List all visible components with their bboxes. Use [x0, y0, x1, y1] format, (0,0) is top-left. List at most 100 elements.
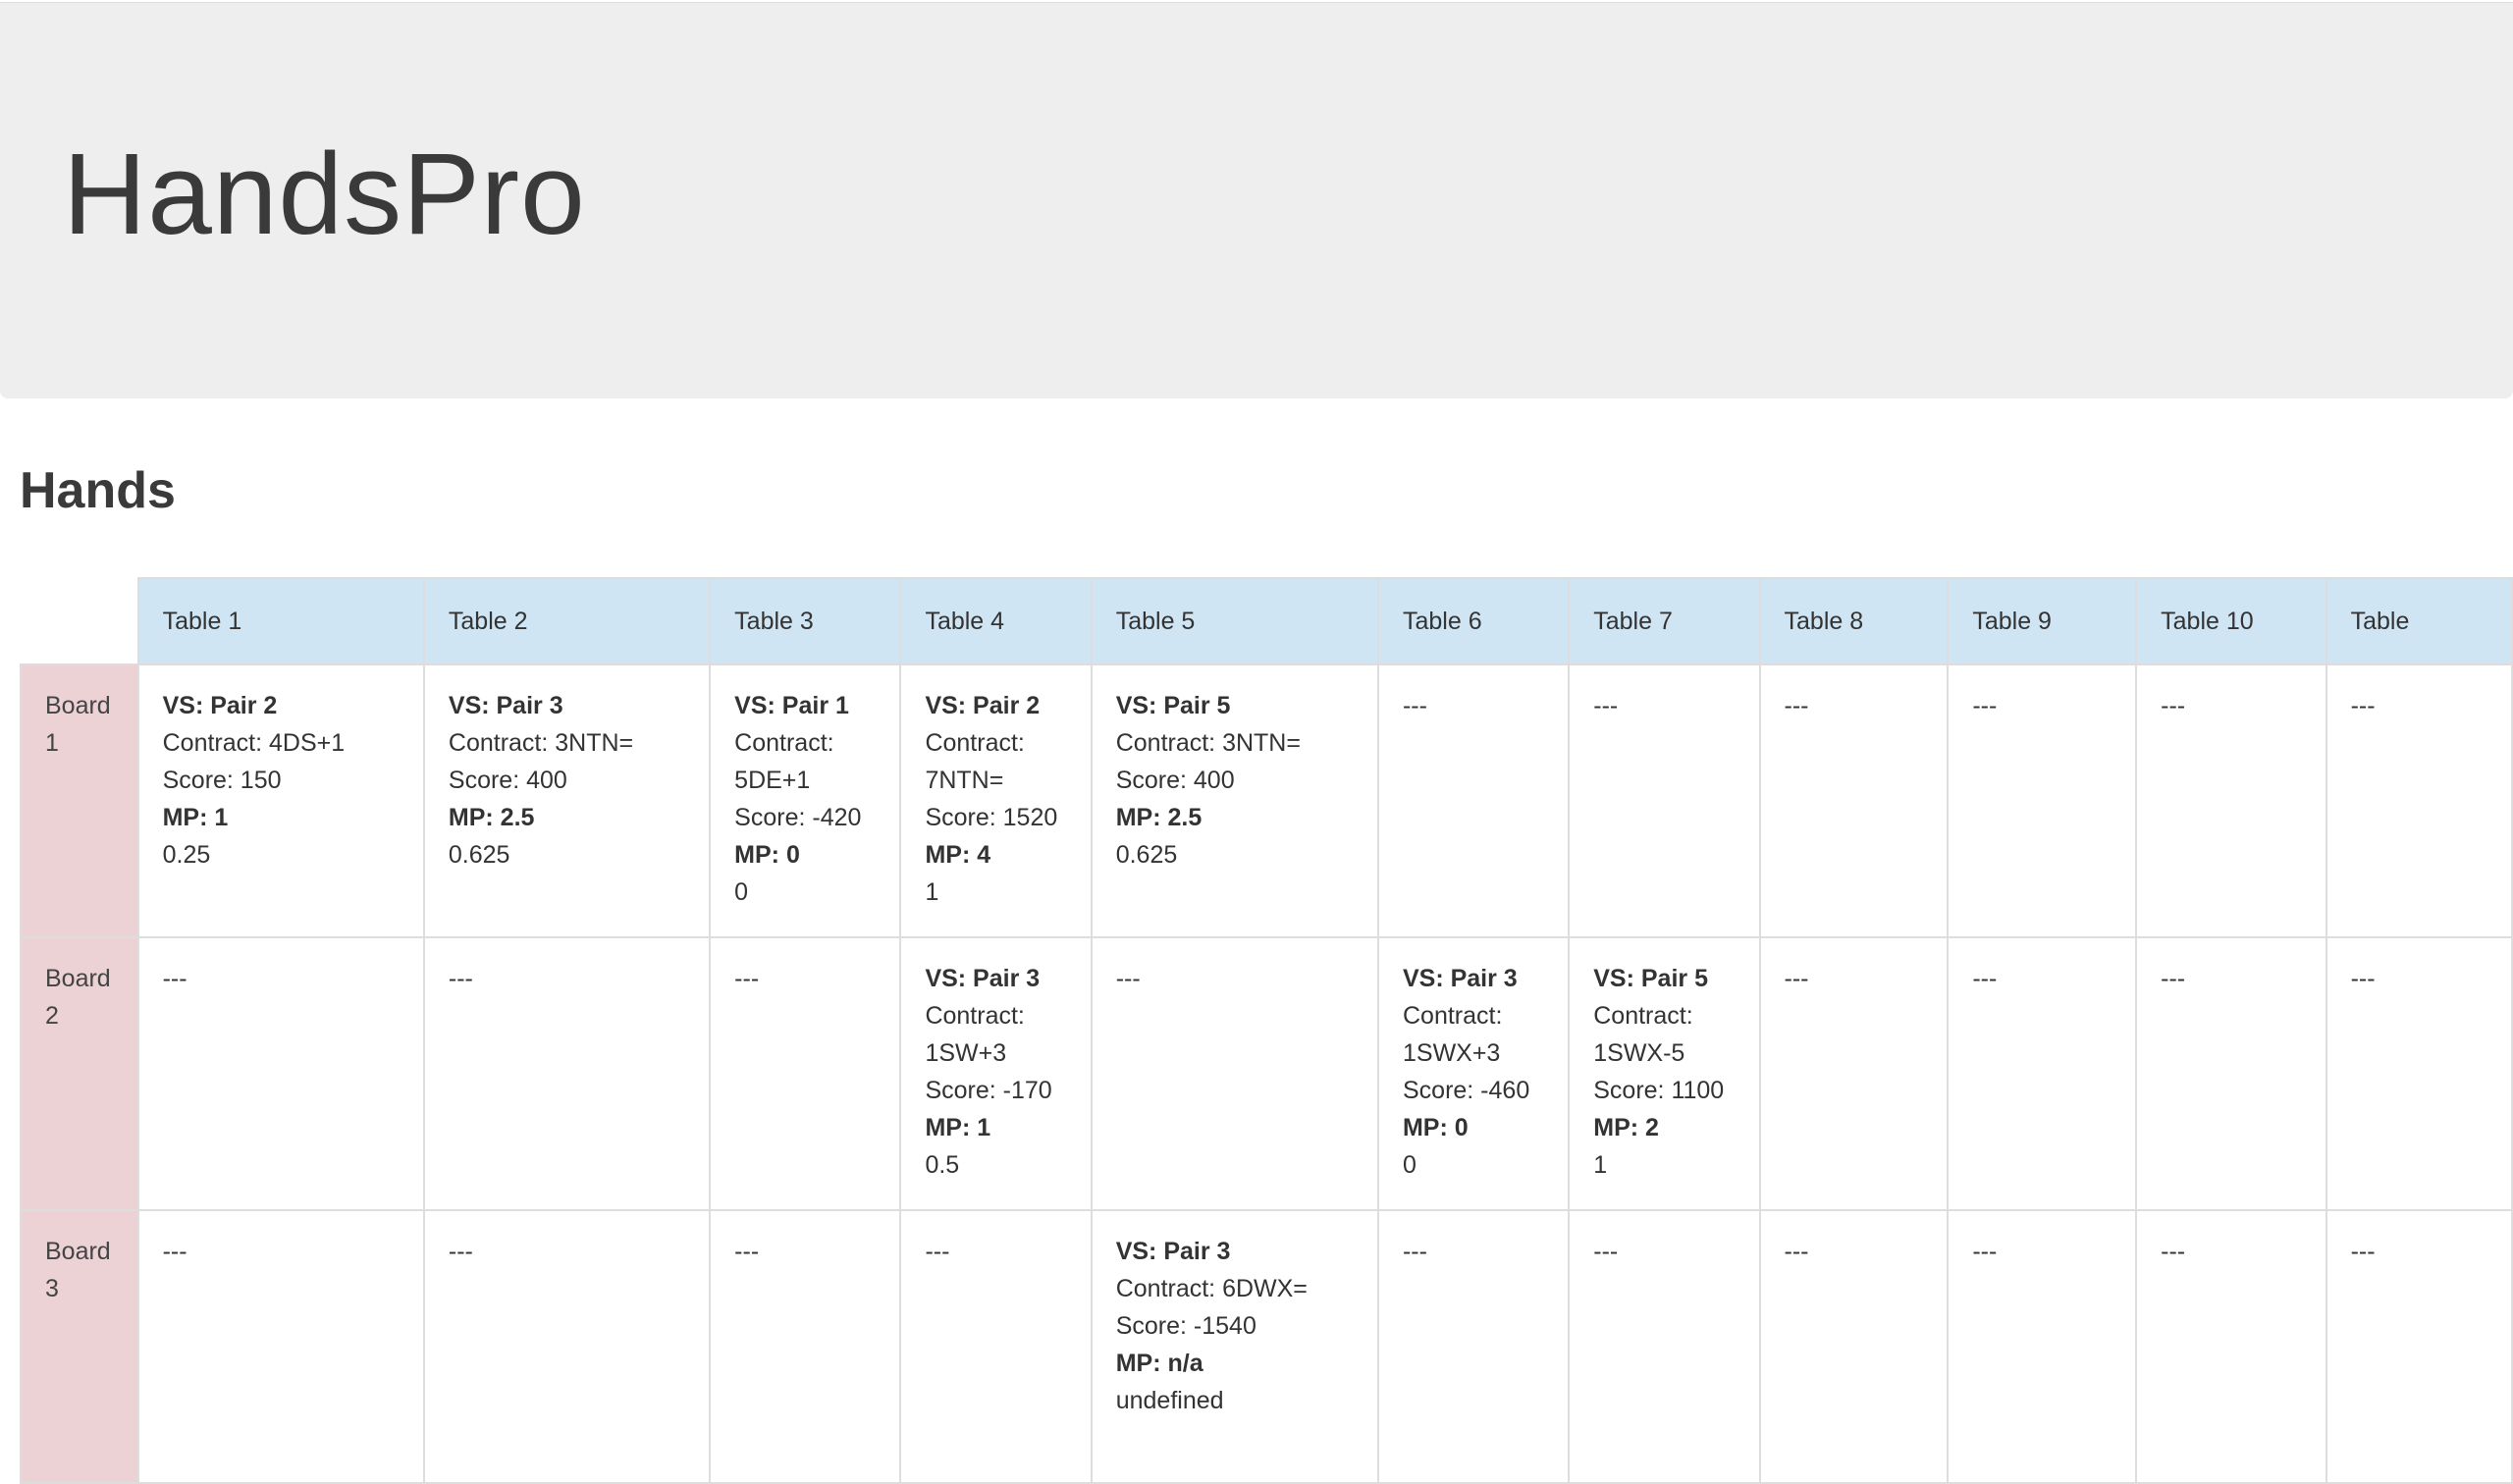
- opponent-pair: VS: Pair 5: [1593, 965, 1708, 992]
- empty-placeholder: ---: [2161, 1238, 2186, 1265]
- empty-placeholder: ---: [1402, 692, 1427, 719]
- hand-cell: VS: Pair 3 Contract: 6DWX= Score: -1540 MP:…: [1090, 1209, 1379, 1484]
- empty-placeholder: ---: [2350, 965, 2376, 992]
- matchpoints: MP: 1: [162, 804, 229, 831]
- hand-cell: ---: [2135, 1209, 2327, 1484]
- board-label: Board 3: [20, 1209, 139, 1484]
- contract-text: Contract: 3NTN=: [448, 729, 634, 757]
- matchpoints: MP: 2.5: [448, 804, 535, 831]
- matchpoint-ratio: 0.25: [162, 841, 211, 869]
- empty-placeholder: ---: [1972, 1238, 1998, 1265]
- app-title: HandsPro: [63, 130, 586, 259]
- hands-table: Table 1 Table 2 Table 3 Table 4 Table 5 …: [20, 577, 2513, 1484]
- column-header: Table 2: [422, 577, 712, 665]
- matchpoint-ratio: 1: [925, 878, 939, 906]
- hand-cell: ---: [1758, 1209, 1950, 1484]
- empty-placeholder: ---: [1784, 965, 1809, 992]
- contract-text: Contract: 7NTN=: [925, 729, 1025, 794]
- hand-cell: ---: [899, 1209, 1093, 1484]
- matchpoint-ratio: 0: [1402, 1151, 1417, 1179]
- matchpoints: MP: 2.5: [1115, 804, 1203, 831]
- score-text: Score: -1540: [1115, 1312, 1256, 1340]
- score-text: Score: -460: [1402, 1077, 1530, 1104]
- column-header: Table 8: [1758, 577, 1950, 665]
- empty-placeholder: ---: [1972, 965, 1998, 992]
- contract-text: Contract: 1SW+3: [925, 1002, 1025, 1067]
- score-text: Score: -420: [734, 804, 862, 831]
- contract-text: Contract: 4DS+1: [162, 729, 346, 757]
- opponent-pair: VS: Pair 2: [162, 692, 278, 719]
- contract-text: Contract: 1SWX+3: [1402, 1002, 1503, 1067]
- table-header-row: Table 1 Table 2 Table 3 Table 4 Table 5 …: [21, 577, 2513, 665]
- hand-cell: ---: [1947, 936, 2138, 1211]
- empty-placeholder: ---: [925, 1238, 950, 1265]
- hand-cell: ---: [136, 1209, 425, 1484]
- contract-text: Contract: 1SWX-5: [1593, 1002, 1693, 1067]
- score-text: Score: 150: [162, 767, 282, 794]
- opponent-pair: VS: Pair 2: [925, 692, 1041, 719]
- column-header: Table 6: [1376, 577, 1571, 665]
- score-text: Score: -170: [925, 1077, 1052, 1104]
- hand-cell: VS: Pair 5 Contract: 3NTN= Score: 400 MP: 2…: [1090, 663, 1379, 938]
- hand-cell: ---: [709, 1209, 902, 1484]
- hand-cell: ---: [1568, 1209, 1761, 1484]
- hand-cell: ---: [1568, 663, 1761, 938]
- column-header: Table 4: [899, 577, 1093, 665]
- matchpoint-ratio: 0: [734, 878, 749, 906]
- hand-cell: VS: Pair 2 Contract: 4DS+1 Score: 150 MP: 1…: [136, 663, 425, 938]
- matchpoints: MP: 1: [925, 1114, 991, 1141]
- matchpoints: MP: n/a: [1115, 1350, 1203, 1377]
- opponent-pair: VS: Pair 3: [1115, 1238, 1231, 1265]
- hand-cell: ---: [422, 1209, 712, 1484]
- column-header: Table 7: [1568, 577, 1761, 665]
- empty-placeholder: ---: [1402, 1238, 1427, 1265]
- column-header: Table 9: [1947, 577, 2138, 665]
- empty-placeholder: ---: [1593, 1238, 1619, 1265]
- table-row: Board 2 --- --- --- VS: Pair 3 Contract: 1SW+…: [20, 936, 2513, 1211]
- matchpoint-ratio: 0.5: [925, 1151, 960, 1179]
- empty-placeholder: ---: [448, 1238, 473, 1265]
- opponent-pair: VS: Pair 3: [448, 692, 563, 719]
- empty-placeholder: ---: [1115, 965, 1141, 992]
- table-row: Board 1 VS: Pair 2 Contract: 4DS+1 Score: 1…: [20, 663, 2513, 938]
- matchpoint-ratio: 0.625: [1115, 841, 1178, 869]
- hand-cell: VS: Pair 3 Contract: 1SWX+3 Score: -460 MP:…: [1376, 936, 1571, 1211]
- hand-cell: ---: [2325, 936, 2513, 1211]
- hand-cell: ---: [2325, 1209, 2513, 1484]
- opponent-pair: VS: Pair 3: [925, 965, 1041, 992]
- hand-cell: ---: [1758, 936, 1950, 1211]
- empty-placeholder: ---: [734, 1238, 760, 1265]
- board-label: Board 2: [20, 936, 139, 1211]
- hand-cell: ---: [422, 936, 712, 1211]
- empty-placeholder: ---: [162, 965, 187, 992]
- jumbotron: HandsPro: [0, 2, 2513, 398]
- contract-text: Contract: 5DE+1: [734, 729, 834, 794]
- matchpoints: MP: 0: [1402, 1114, 1469, 1141]
- hand-cell: VS: Pair 3 Contract: 1SW+3 Score: -170 MP: …: [899, 936, 1093, 1211]
- score-text: Score: 1100: [1593, 1077, 1725, 1104]
- empty-placeholder: ---: [734, 965, 760, 992]
- empty-placeholder: ---: [1784, 692, 1809, 719]
- hand-cell: ---: [1758, 663, 1950, 938]
- opponent-pair: VS: Pair 5: [1115, 692, 1231, 719]
- hand-cell: ---: [1376, 663, 1571, 938]
- contract-text: Contract: 3NTN=: [1115, 729, 1301, 757]
- matchpoints: MP: 2: [1593, 1114, 1659, 1141]
- hand-cell: VS: Pair 1 Contract: 5DE+1 Score: -420 MP: …: [709, 663, 902, 938]
- matchpoints: MP: 0: [734, 841, 800, 869]
- empty-placeholder: ---: [162, 1238, 187, 1265]
- opponent-pair: VS: Pair 1: [734, 692, 849, 719]
- column-header: Table 1: [136, 577, 425, 665]
- table-row: Board 3 --- --- --- --- VS: Pair 3 Contract: 6…: [20, 1209, 2513, 1484]
- hand-cell: ---: [2135, 663, 2327, 938]
- hand-cell: ---: [136, 936, 425, 1211]
- empty-placeholder: ---: [1784, 1238, 1809, 1265]
- matchpoints: MP: 4: [925, 841, 991, 869]
- score-text: Score: 1520: [925, 804, 1058, 831]
- column-header: Table 3: [709, 577, 902, 665]
- column-header: Table: [2325, 577, 2513, 665]
- hand-cell: ---: [1090, 936, 1379, 1211]
- contract-text: Contract: 6DWX=: [1115, 1275, 1308, 1302]
- score-text: Score: 400: [448, 767, 567, 794]
- empty-placeholder: ---: [448, 965, 473, 992]
